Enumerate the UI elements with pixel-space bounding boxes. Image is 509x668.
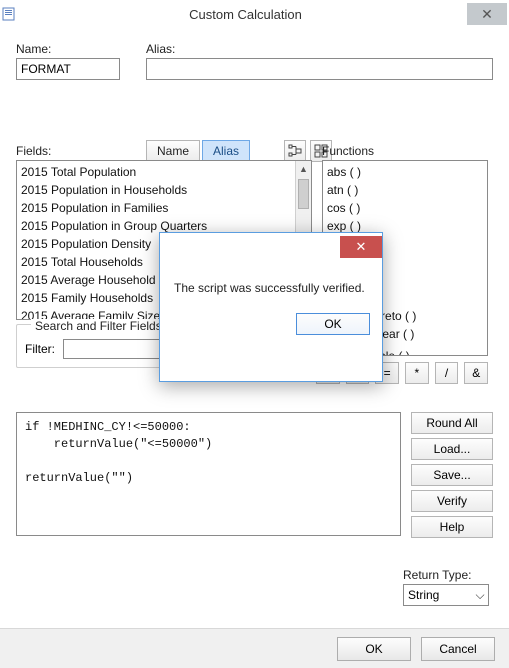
filter-label: Filter: xyxy=(25,342,55,356)
name-input[interactable] xyxy=(16,58,120,80)
list-item[interactable]: 2015 Population in Families xyxy=(21,199,307,217)
op-mul-button[interactable]: * xyxy=(405,362,429,384)
op-amp-button[interactable]: & xyxy=(464,362,488,384)
script-textarea[interactable]: if !MEDHINC_CY!<=50000: returnValue("<=5… xyxy=(16,412,401,536)
functions-label: Functions xyxy=(322,144,488,158)
round-all-button[interactable]: Round All xyxy=(411,412,493,434)
verify-button[interactable]: Verify xyxy=(411,490,493,512)
list-item[interactable]: 2015 Total Population xyxy=(21,163,307,181)
list-item[interactable]: atn ( ) xyxy=(327,181,483,199)
window-close-button[interactable]: ✕ xyxy=(467,3,507,25)
alias-input[interactable] xyxy=(146,58,493,80)
app-icon xyxy=(2,6,18,22)
op-div-button[interactable]: / xyxy=(435,362,459,384)
modal-message: The script was successfully verified. xyxy=(160,261,382,305)
modal-title-bar: ✕ xyxy=(160,233,382,261)
return-type-value: String xyxy=(408,588,439,602)
window-title: Custom Calculation xyxy=(24,7,467,22)
help-button[interactable]: Help xyxy=(411,516,493,538)
modal-ok-button[interactable]: OK xyxy=(296,313,370,335)
scroll-up-icon[interactable]: ▲ xyxy=(296,161,311,177)
load-button[interactable]: Load... xyxy=(411,438,493,460)
search-filter-title: Search and Filter Fields xyxy=(31,319,166,333)
title-bar: Custom Calculation ✕ xyxy=(0,0,509,28)
ok-button[interactable]: OK xyxy=(337,637,411,661)
dialog-footer: OK Cancel xyxy=(0,628,509,668)
modal-close-button[interactable]: ✕ xyxy=(340,236,382,258)
chevron-down-icon: ⌵ xyxy=(472,588,488,603)
list-item[interactable]: 2015 Population in Households xyxy=(21,181,307,199)
list-item[interactable]: cos ( ) xyxy=(327,199,483,217)
list-item[interactable]: abs ( ) xyxy=(327,163,483,181)
save-button[interactable]: Save... xyxy=(411,464,493,486)
scroll-thumb[interactable] xyxy=(298,179,309,209)
alias-label: Alias: xyxy=(146,42,493,56)
return-type-select[interactable]: String ⌵ xyxy=(403,584,489,606)
return-type-label: Return Type: xyxy=(403,568,493,582)
cancel-button[interactable]: Cancel xyxy=(421,637,495,661)
verify-result-dialog: ✕ The script was successfully verified. … xyxy=(159,232,383,382)
fields-label: Fields: xyxy=(16,144,312,158)
name-label: Name: xyxy=(16,42,126,56)
